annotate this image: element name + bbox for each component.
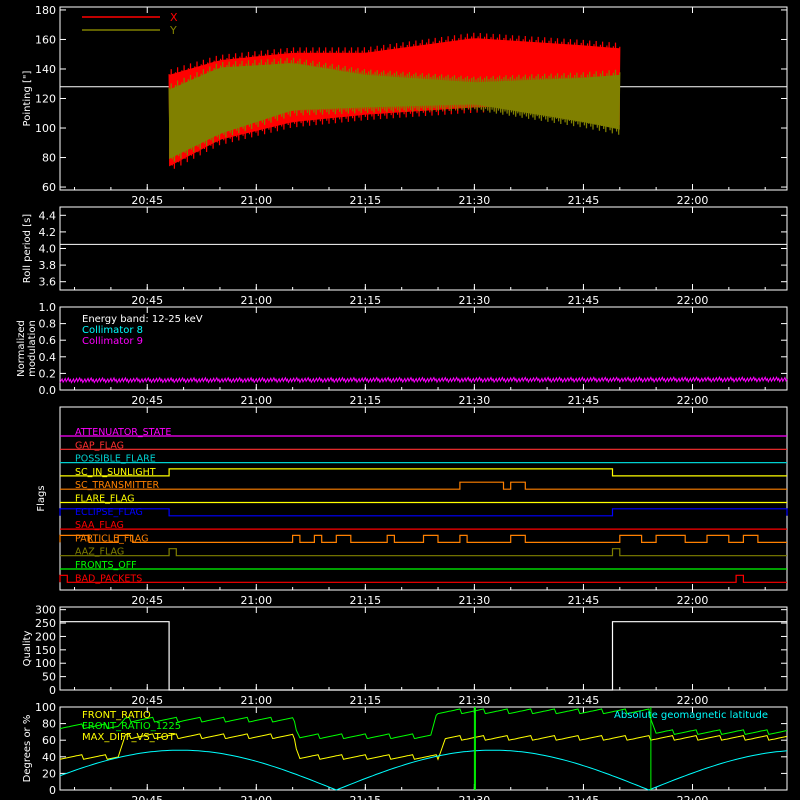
roll-xtick-label: 21:45 <box>568 294 600 307</box>
quality-xtick-label: 21:15 <box>349 694 381 707</box>
pointing-xtick-label: 22:00 <box>677 194 709 207</box>
geo-ytick-label: 40 <box>42 751 56 764</box>
flags-xtick-label: 22:00 <box>677 594 709 607</box>
quality-xtick-label: 21:45 <box>568 694 600 707</box>
roll-ytick-label: 3.6 <box>39 276 57 289</box>
flag-line-sc_transmitter <box>60 481 787 490</box>
flag-line-eclipse_flag <box>59 508 788 517</box>
geo-legend-latitude: Absolute geomagnetic latitude <box>614 710 768 721</box>
flags-ylabel: Flags <box>36 485 47 511</box>
roll-xtick-label: 22:00 <box>677 294 709 307</box>
modulation-ytick-label: 0.4 <box>39 351 57 364</box>
flag-line-aaz_flag <box>60 548 787 557</box>
quality-ytick-label: 250 <box>35 617 56 630</box>
quality-line <box>60 621 787 691</box>
roll-ylabel: Roll period [s] <box>22 214 33 283</box>
pointing-xtick-label: 21:15 <box>349 194 381 207</box>
geo-legend-0: FRONT_RATIO <box>82 710 151 721</box>
modulation-xtick-label: 20:45 <box>131 394 163 407</box>
pointing-ytick-label: 180 <box>35 4 56 17</box>
quality-ytick-label: 300 <box>35 604 56 617</box>
modulation-xtick-label: 22:00 <box>677 394 709 407</box>
pointing-ytick-label: 120 <box>35 93 56 106</box>
geo-legend-1: FRONT_RATIO_1225 <box>82 721 181 732</box>
geo-series-absolute-geomagnetic-latitude <box>59 749 788 791</box>
geo-ytick-label: 60 <box>42 734 56 747</box>
chart-canvas: 20:45 21:00 21:15 21:30 21:45 22:00 60 80 100 120… <box>16 4 788 800</box>
pointing-xtick-label: 21:30 <box>459 194 491 207</box>
geo-xtick-label: 20:45 <box>131 794 163 800</box>
pointing-xtick-label: 21:00 <box>240 194 272 207</box>
modulation-ylabel: modulation <box>27 320 38 377</box>
quality-ytick-label: 200 <box>35 630 56 643</box>
modulation-ytick-label: 1.0 <box>39 301 57 314</box>
quality-xtick-label: 21:00 <box>240 694 272 707</box>
geo-xtick-label: 21:00 <box>240 794 272 800</box>
roll-xtick-label: 21:15 <box>349 294 381 307</box>
roll-frame <box>59 206 788 291</box>
quality-xtick-label: 22:00 <box>677 694 709 707</box>
pointing-ytick-label: 60 <box>42 181 56 194</box>
geo-ytick-label: 0 <box>49 784 56 797</box>
geo-ylabel: Degrees or % <box>22 715 33 783</box>
quality-ylabel: Quality <box>22 631 33 667</box>
quality-ytick-label: 50 <box>42 671 56 684</box>
roll-ytick-label: 3.8 <box>39 259 57 272</box>
flags-xtick-label: 20:45 <box>131 594 163 607</box>
modulation-xtick-label: 21:15 <box>349 394 381 407</box>
legend-label-y: Y <box>169 24 177 37</box>
geo-ytick-label: 20 <box>42 767 56 780</box>
modulation-ytick-label: 0.0 <box>39 384 57 397</box>
modulation-xtick-label: 21:45 <box>568 394 600 407</box>
geo-xtick-label: 21:45 <box>568 794 600 800</box>
flag-line-sc_in_sunlight <box>60 468 787 477</box>
roll-xtick-label: 20:45 <box>131 294 163 307</box>
flags-xtick-label: 21:30 <box>459 594 491 607</box>
flag-line-bad_packets <box>59 574 787 583</box>
flags-xtick-label: 21:15 <box>349 594 381 607</box>
flags-xtick-label: 21:45 <box>568 594 600 607</box>
geo-ytick-label: 100 <box>35 701 56 714</box>
pointing-ytick-label: 140 <box>35 63 56 76</box>
geo-xtick-label: 22:00 <box>677 794 709 800</box>
quality-ytick-label: 100 <box>35 657 56 670</box>
pointing-xtick-label: 21:45 <box>568 194 600 207</box>
quality-ytick-label: 150 <box>35 644 56 657</box>
modulation-ytick-label: 0.8 <box>39 318 57 331</box>
flags-xtick-label: 21:00 <box>240 594 272 607</box>
pointing-ytick-label: 80 <box>42 152 56 165</box>
geo-xtick-label: 21:30 <box>459 794 491 800</box>
modulation-xtick-label: 21:00 <box>240 394 272 407</box>
roll-ytick-label: 4.4 <box>39 209 57 222</box>
roll-xtick-label: 21:00 <box>240 294 272 307</box>
modulation-ylabel: Normalized <box>16 320 27 377</box>
modulation-ytick-label: 0.6 <box>39 334 57 347</box>
roll-ytick-label: 4.0 <box>39 243 57 256</box>
roll-xtick-label: 21:30 <box>459 294 491 307</box>
quality-xtick-label: 20:45 <box>131 694 163 707</box>
pointing-ytick-label: 100 <box>35 122 56 135</box>
quality-xtick-label: 21:30 <box>459 694 491 707</box>
geo-legend-2: MAX_DIFF_VS_TOT <box>82 732 176 743</box>
geo-xtick-label: 21:15 <box>349 794 381 800</box>
modulation-legend-1: Collimator 8 <box>82 325 143 336</box>
pointing-xtick-label: 20:45 <box>131 194 163 207</box>
modulation-legend-0: Energy band: 12-25 keV <box>82 314 203 325</box>
roll-ytick-label: 4.2 <box>39 226 57 239</box>
flag-line-particle_flag <box>59 534 787 543</box>
modulation-ytick-label: 0.2 <box>39 367 57 380</box>
geo-ytick-label: 80 <box>42 718 56 731</box>
quality-ytick-label: 0 <box>49 684 56 697</box>
pointing-ylabel: Pointing ["] <box>22 70 33 126</box>
legend-label-x: X <box>170 11 178 24</box>
pointing-ytick-label: 160 <box>35 33 56 46</box>
modulation-legend-2: Collimator 9 <box>82 336 143 347</box>
modulation-xtick-label: 21:30 <box>459 394 491 407</box>
modulation-series-collimator-9 <box>59 375 788 384</box>
